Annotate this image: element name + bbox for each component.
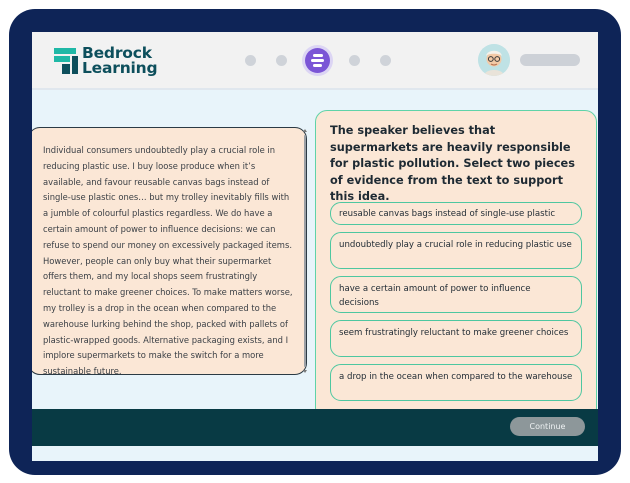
answer-option[interactable]: have a certain amount of power to influe… xyxy=(330,276,582,313)
passage-panel: Individual consumers undoubtedly play a … xyxy=(32,127,307,376)
continue-button[interactable]: Continue xyxy=(510,417,585,436)
step-dot-2 xyxy=(276,55,287,66)
lines-icon xyxy=(305,48,330,73)
scroll-thumb[interactable] xyxy=(304,135,306,367)
answer-option[interactable]: undoubtedly play a crucial role in reduc… xyxy=(330,232,582,269)
user-avatar[interactable] xyxy=(478,44,510,76)
avatar-icon xyxy=(478,44,510,76)
step-dot-1 xyxy=(245,55,256,66)
step-dot-4 xyxy=(349,55,360,66)
scroll-down-icon[interactable] xyxy=(303,370,307,373)
answer-option[interactable]: reusable canvas bags instead of single-u… xyxy=(330,202,582,225)
top-bar: Bedrock Learning xyxy=(32,32,598,90)
username-placeholder xyxy=(520,54,580,66)
step-dot-5 xyxy=(380,55,391,66)
scroll-up-icon[interactable] xyxy=(303,129,307,132)
passage-text: Individual consumers undoubtedly play a … xyxy=(43,145,293,377)
footer-bar: Continue xyxy=(32,409,598,446)
bottom-strip xyxy=(32,446,598,461)
progress-steps xyxy=(32,32,598,88)
answer-option[interactable]: seem frustratingly reluctant to make gre… xyxy=(330,320,582,357)
answer-option[interactable]: a drop in the ocean when compared to the… xyxy=(330,364,582,401)
question-prompt: The speaker believes that supermarkets a… xyxy=(330,124,575,203)
passage-scrollbar[interactable] xyxy=(303,129,307,373)
app-screen: Bedrock Learning Individual consumers un… xyxy=(32,32,598,461)
step-dot-current xyxy=(302,45,333,76)
answer-options: reusable canvas bags instead of single-u… xyxy=(330,202,582,408)
